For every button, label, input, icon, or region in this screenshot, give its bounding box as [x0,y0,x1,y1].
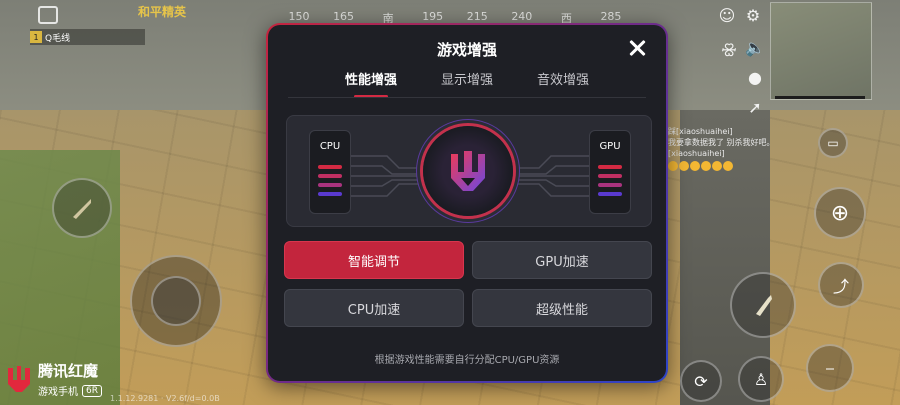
redmagic-logo-icon [8,366,30,392]
movement-joystick[interactable] [130,255,222,347]
tab-audio[interactable]: 音效增强 [537,69,589,88]
microphone-icon[interactable]: ● [744,66,766,88]
chat-line: 踩[xiaoshuaihei] [668,127,733,136]
redmagic-logo-icon [451,151,485,191]
bullet-icon [756,295,772,316]
brand-subtitle: 游戏手机 [38,387,78,398]
gear-icon[interactable]: ⚙ [742,4,764,26]
scope-button[interactable]: ⊕ [814,187,866,239]
weapon-slot-button[interactable] [52,178,112,238]
game-enhance-dialog: 游戏增强 性能增强 显示增强 音效增强 CPU GPU 智能调节 GPU加速 C… [266,23,668,383]
sprint-icon[interactable]: ➚ [744,96,766,118]
model-badge: 6R [82,384,102,397]
menu-icon[interactable] [38,6,58,24]
cpu-boost-button[interactable]: CPU加速 [284,289,464,327]
hint-text: 根据游戏性能需要自行分配CPU/GPU资源 [374,355,560,366]
chat-emojis [668,161,808,171]
gpu-chip: GPU [589,130,631,214]
crosshair-icon: ⊕ [830,200,850,226]
grenade-icon[interactable]: 🝮 [718,36,740,58]
jump-button[interactable]: ⤴ [818,262,864,308]
cpu-chip: CPU [309,130,351,214]
bullet-icon [73,199,91,219]
minimap-bar [775,96,865,99]
joystick-knob[interactable] [151,276,201,326]
super-performance-button[interactable]: 超级性能 [472,289,652,327]
game-title: 和平精英 [138,5,187,19]
cpu-label: CPU [319,141,341,152]
reload-icon: ⟳ [694,371,708,391]
ally-name: Q毛线 [45,33,71,44]
ally-status: 1 Q毛线 [30,29,145,45]
tab-divider [288,97,646,98]
gpu-bars [598,165,622,196]
prone-button[interactable]: ⎯ [806,344,854,392]
tab-bar: 性能增强 显示增强 音效增强 [268,69,666,98]
version-text: 1.1.12.9281 · V2.6f/d=0.0B [110,394,220,403]
chat-button[interactable]: ▭ [818,128,848,158]
brand-name: 腾讯红魔 [38,362,99,380]
smart-adjust-button[interactable]: 智能调节 [284,241,464,279]
crouch-icon: ♙ [753,369,769,389]
center-logo [423,126,513,216]
gpu-boost-button[interactable]: GPU加速 [472,241,652,279]
jump-icon: ⤴ [832,277,849,296]
prone-icon: ⎯ [825,358,834,377]
crouch-button[interactable]: ♙ [738,356,784,402]
tab-display[interactable]: 显示增强 [441,69,493,88]
emoji-icon[interactable]: ☺ [716,4,738,26]
speaker-icon[interactable]: 🔈 [744,36,766,58]
cpu-gpu-visual: CPU GPU [286,115,652,227]
chat-line: 我要拿数据我了 别杀我好吧。 [668,138,775,147]
chat-icon: ▭ [827,136,839,150]
chat-line: [xiaoshuaihei] [668,149,725,158]
reload-button[interactable]: ⟳ [680,360,722,402]
tab-performance[interactable]: 性能增强 [345,69,397,98]
watermark: 腾讯红魔 游戏手机 6R [6,360,102,398]
chat-log: 踩[xiaoshuaihei] 我要拿数据我了 别杀我好吧。 [xiaoshua… [668,126,808,171]
cpu-bars [318,165,342,196]
minimap[interactable] [770,2,872,100]
gpu-label: GPU [599,141,621,152]
fire-button[interactable] [730,272,796,338]
close-icon[interactable] [626,37,648,59]
ally-badge-icon: 1 [30,31,42,43]
dialog-title: 游戏增强 [436,41,497,59]
